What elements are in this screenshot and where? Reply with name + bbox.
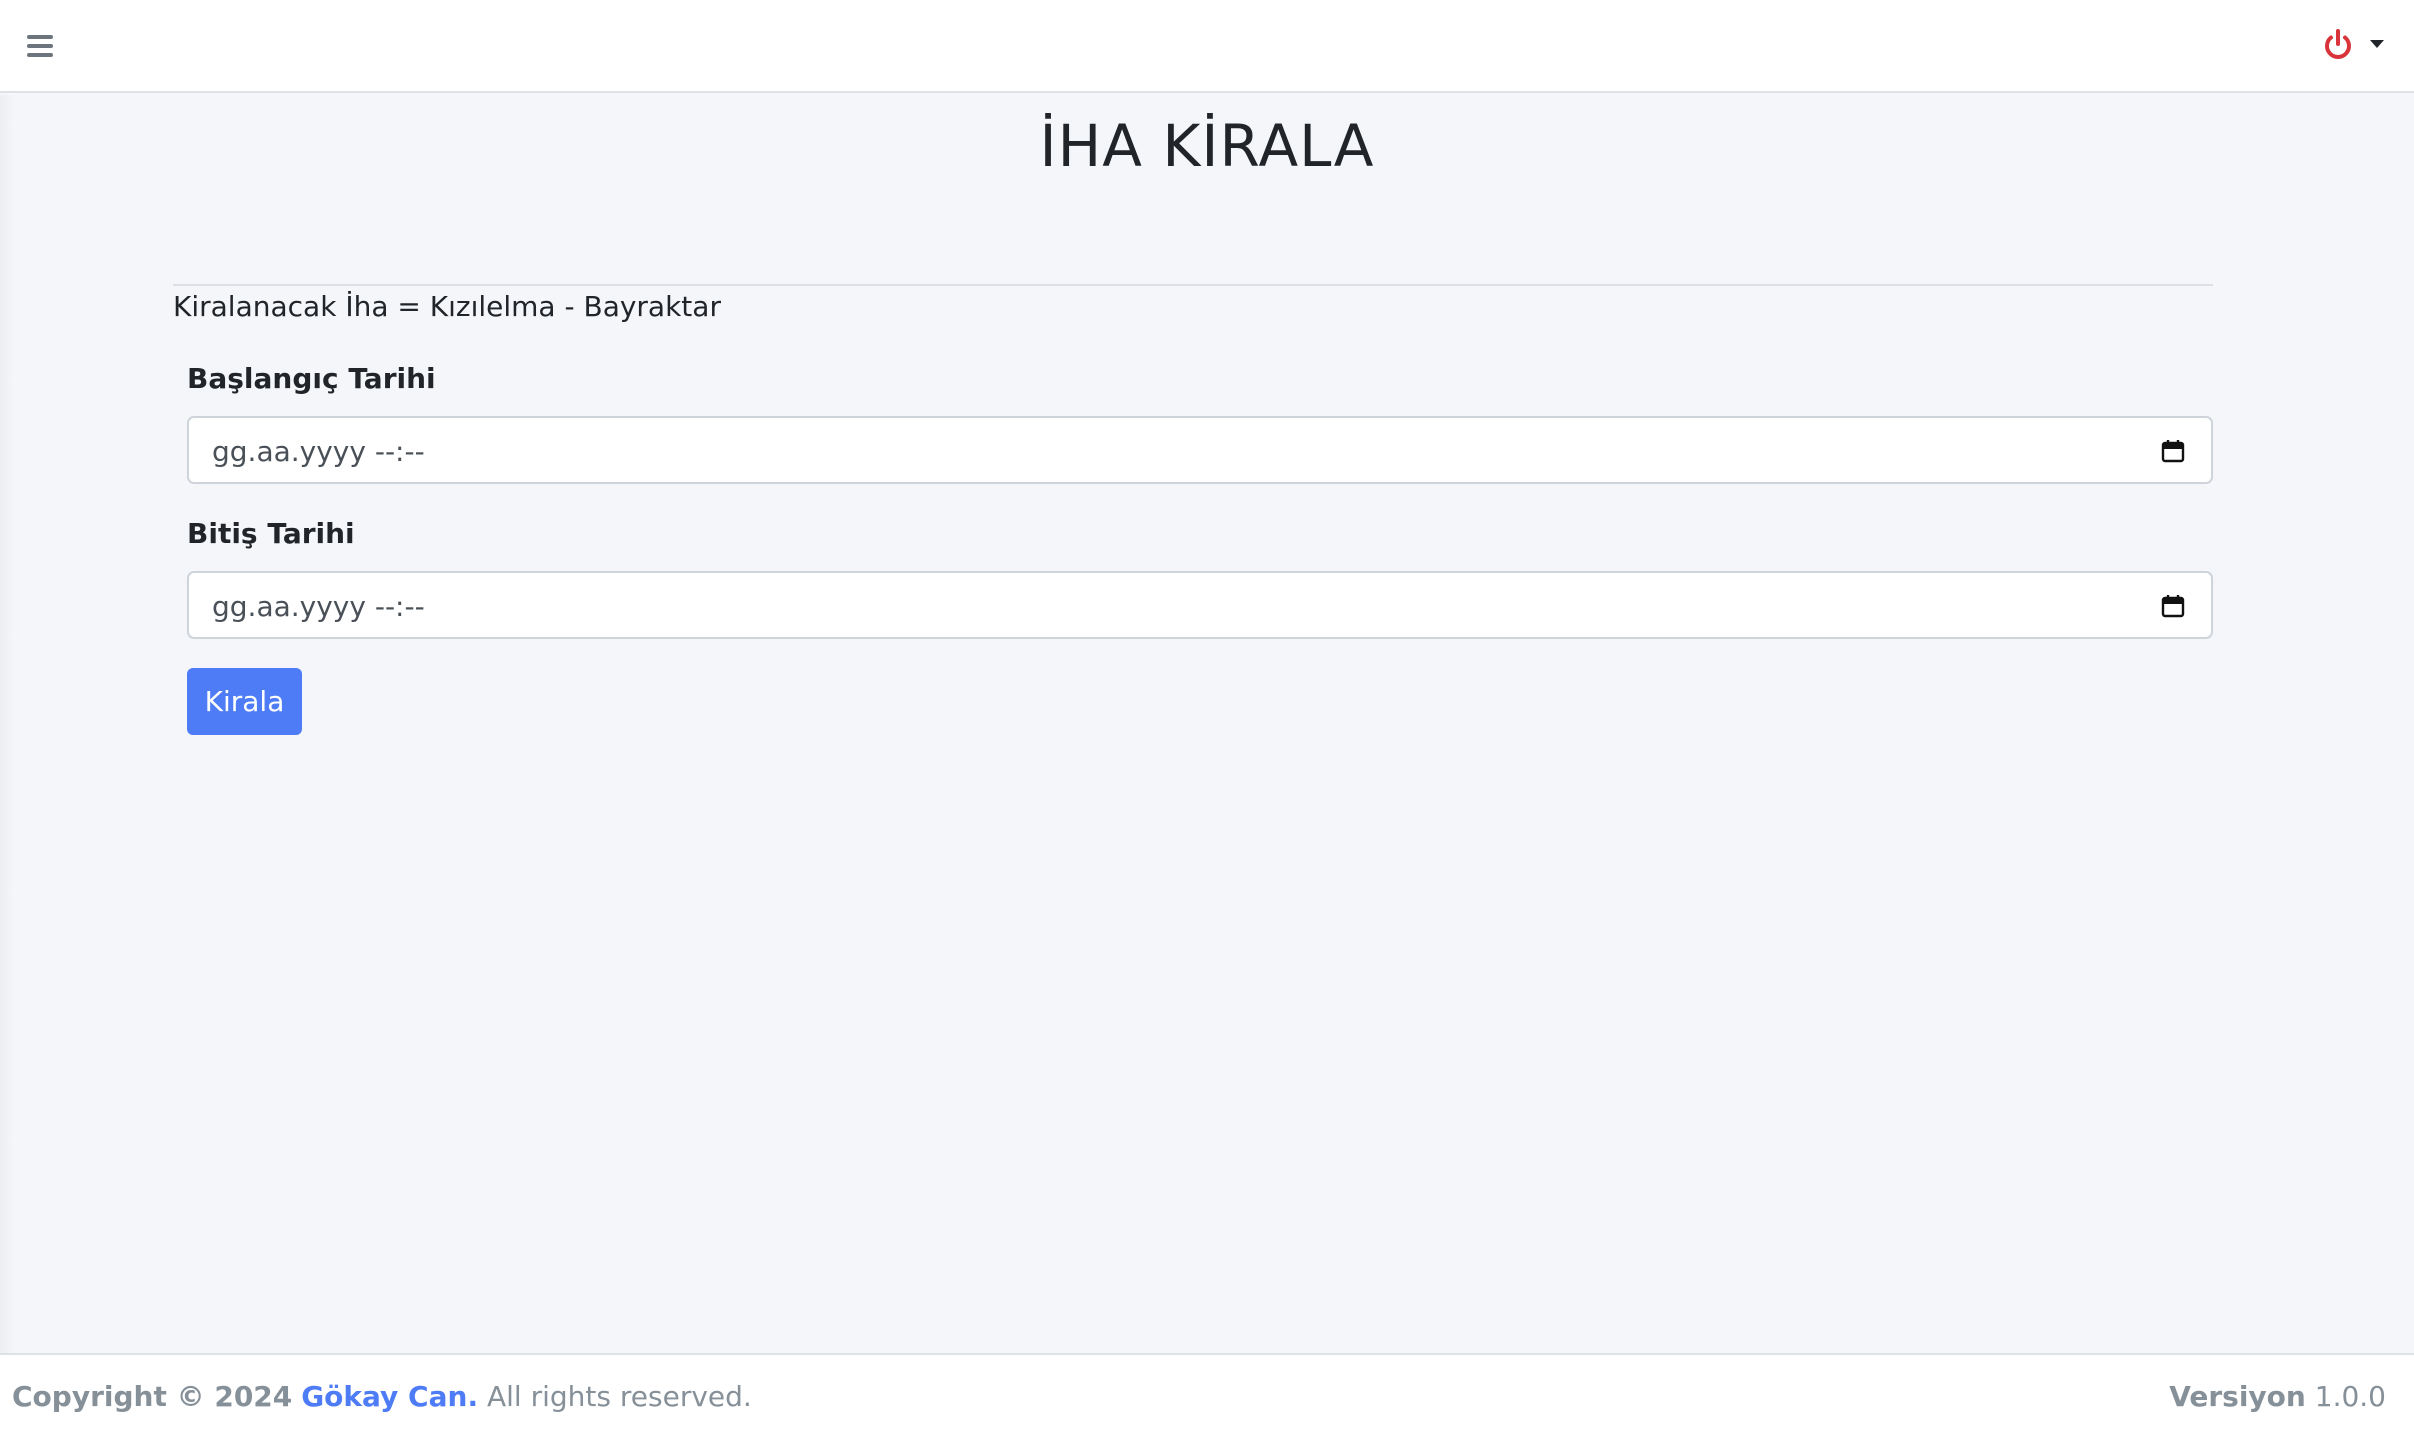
rent-submit-button[interactable]: Kirala: [187, 668, 302, 735]
version-label: Versiyon: [2169, 1380, 2306, 1413]
sidebar-edge: [0, 95, 14, 1353]
end-date-label: Bitiş Tarihi: [187, 517, 355, 550]
calendar-icon[interactable]: [2161, 594, 2185, 618]
divider: [173, 284, 2213, 286]
menu-bar-line: [27, 53, 53, 57]
user-dropdown-toggle[interactable]: [2320, 24, 2386, 64]
page-title: İHA KİRALA: [1039, 112, 1375, 180]
footer: Copyright © 2024 Gökay Can. All rights r…: [0, 1353, 2414, 1438]
copyright-prefix: Copyright © 2024: [12, 1380, 293, 1413]
top-navbar: [0, 0, 2414, 93]
footer-version: Versiyon 1.0.0: [2169, 1380, 2386, 1413]
menu-bar-line: [27, 44, 53, 48]
caret-down-icon: [2370, 40, 2384, 48]
page: İHA KİRALA Kiralanacak İha = Kızılelma -…: [0, 0, 2414, 1438]
menu-bar-line: [27, 35, 53, 39]
start-date-label: Başlangıç Tarihi: [187, 362, 436, 395]
start-date-value: gg.aa.yyyy --:--: [212, 435, 425, 468]
author-link[interactable]: Gökay Can.: [301, 1380, 478, 1413]
power-icon: [2325, 29, 2351, 59]
rental-info-text: Kiralanacak İha = Kızılelma - Bayraktar: [173, 290, 721, 323]
rights-text: All rights reserved.: [486, 1380, 752, 1413]
hamburger-menu-icon[interactable]: [22, 28, 58, 64]
start-date-input[interactable]: gg.aa.yyyy --:--: [187, 416, 2213, 484]
footer-copyright: Copyright © 2024 Gökay Can. All rights r…: [12, 1380, 752, 1413]
version-number: 1.0.0: [2314, 1380, 2386, 1413]
calendar-icon[interactable]: [2161, 439, 2185, 463]
end-date-value: gg.aa.yyyy --:--: [212, 590, 425, 623]
end-date-input[interactable]: gg.aa.yyyy --:--: [187, 571, 2213, 639]
